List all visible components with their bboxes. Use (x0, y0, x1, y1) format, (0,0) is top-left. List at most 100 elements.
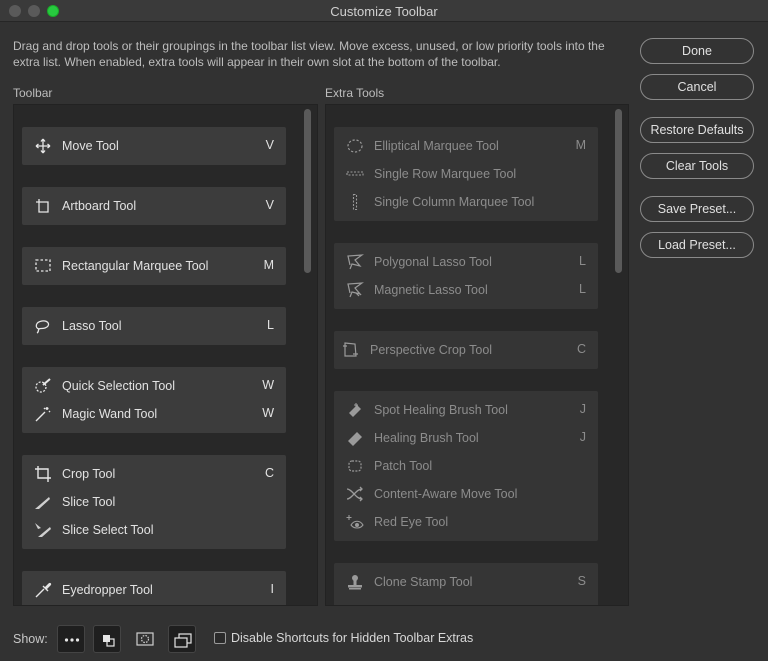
toolbar-list[interactable]: Move Tool V Artboard Tool V Rectangular … (13, 104, 318, 606)
restore-defaults-button[interactable]: Restore Defaults (640, 117, 754, 143)
tool-name: Artboard Tool (62, 199, 137, 213)
tool-item-content-aware-move[interactable]: Content-Aware Move Tool (334, 480, 598, 508)
move-icon (34, 138, 52, 154)
artboard-icon (34, 198, 52, 214)
extra-tools-list-label: Extra Tools (325, 86, 385, 100)
tool-item-elliptical-marquee[interactable]: Elliptical Marquee Tool M (334, 132, 598, 160)
quick-mask-toggle[interactable] (131, 625, 159, 653)
tool-item-artboard[interactable]: Artboard Tool V (22, 192, 286, 220)
bottom-bar: Show: Disable Shortcuts for Hidden Toolb… (0, 617, 768, 661)
toolbar-list-scrollbar[interactable] (304, 109, 311, 273)
patch-icon (346, 458, 364, 474)
save-preset-button[interactable]: Save Preset... (640, 196, 754, 222)
screen-mode-toggle[interactable] (168, 625, 196, 653)
tool-item-quick-selection[interactable]: Quick Selection Tool W (22, 372, 286, 400)
tool-group[interactable]: Move Tool V (22, 127, 286, 165)
tool-item-perspective-crop[interactable]: Perspective Crop Tool C (334, 336, 598, 364)
healing-brush-icon (346, 430, 364, 446)
tool-name: Eyedropper Tool (62, 583, 153, 597)
tool-name: Healing Brush Tool (374, 431, 479, 445)
single-row-icon (346, 166, 364, 182)
tool-shortcut: W (262, 406, 274, 420)
tool-group[interactable]: Elliptical Marquee Tool M Single Row Mar… (334, 127, 598, 221)
tool-name: Polygonal Lasso Tool (374, 255, 492, 269)
content-aware-move-icon (346, 486, 364, 502)
clone-stamp-icon (346, 574, 364, 590)
quick-mask-icon (131, 625, 159, 653)
extra-tools-scrollbar[interactable] (615, 109, 622, 273)
magnetic-lasso-icon (346, 282, 364, 298)
tool-item-magic-wand[interactable]: Magic Wand Tool W (22, 400, 286, 428)
tool-item-spot-healing-brush[interactable]: Spot Healing Brush Tool J (334, 396, 598, 424)
polygonal-lasso-icon (346, 254, 364, 270)
more-tools-toggle[interactable] (57, 625, 85, 653)
show-label: Show: (13, 632, 48, 646)
tool-item-polygonal-lasso[interactable]: Polygonal Lasso Tool L (334, 248, 598, 276)
ellipse-marquee-icon (346, 138, 364, 154)
tool-name: Perspective Crop Tool (370, 343, 493, 357)
tool-name: Move Tool (62, 139, 119, 153)
tool-group[interactable]: Quick Selection Tool W Magic Wand Tool W (22, 367, 286, 433)
tool-group[interactable]: Crop Tool C Slice Tool Slice Select Tool (22, 455, 286, 549)
tool-item-slice-select[interactable]: Slice Select Tool (22, 516, 286, 544)
tool-item-eyedropper[interactable]: Eyedropper Tool I (22, 576, 286, 604)
tool-group[interactable]: Clone Stamp Tool S (334, 563, 598, 605)
window-title: Customize Toolbar (330, 4, 438, 19)
tool-item-patch[interactable]: Patch Tool (334, 452, 598, 480)
tool-item-lasso[interactable]: Lasso Tool L (22, 312, 286, 340)
tool-item-slice[interactable]: Slice Tool (22, 488, 286, 516)
extra-tools-list[interactable]: Elliptical Marquee Tool M Single Row Mar… (325, 104, 629, 606)
tool-group[interactable]: Spot Healing Brush Tool J Healing Brush … (334, 391, 598, 541)
tool-name: Slice Select Tool (62, 523, 154, 537)
tool-name: Elliptical Marquee Tool (374, 139, 499, 153)
tool-group[interactable]: Lasso Tool L (22, 307, 286, 345)
cancel-button[interactable]: Cancel (640, 74, 754, 100)
tool-name: Rectangular Marquee Tool (62, 259, 209, 273)
disable-shortcuts-checkbox[interactable] (214, 632, 226, 644)
load-preset-button[interactable]: Load Preset... (640, 232, 754, 258)
tool-group[interactable]: Polygonal Lasso Tool L Magnetic Lasso To… (334, 243, 598, 309)
clear-tools-button[interactable]: Clear Tools (640, 153, 754, 179)
tool-group[interactable]: Artboard Tool V (22, 187, 286, 225)
tool-name: Clone Stamp Tool (374, 575, 473, 589)
single-column-icon (346, 194, 364, 210)
tool-item-crop[interactable]: Crop Tool C (22, 460, 286, 488)
tool-name: Crop Tool (62, 467, 116, 481)
tool-group[interactable]: Rectangular Marquee Tool M (22, 247, 286, 285)
disable-shortcuts-label[interactable]: Disable Shortcuts for Hidden Toolbar Ext… (231, 631, 473, 645)
tool-name: Content-Aware Move Tool (374, 487, 518, 501)
tool-shortcut: M (263, 258, 274, 272)
red-eye-icon (346, 514, 364, 530)
screen-mode-icon (169, 626, 195, 654)
eyedropper-icon (34, 582, 52, 598)
tool-shortcut: W (262, 378, 274, 392)
slice-icon (34, 494, 52, 510)
tool-group[interactable]: Perspective Crop Tool C (334, 331, 598, 369)
tool-shortcut: J (579, 402, 586, 416)
tool-shortcut: L (579, 254, 586, 268)
perspective-crop-icon (342, 342, 360, 358)
tool-item-single-row-marquee[interactable]: Single Row Marquee Tool (334, 160, 598, 188)
swatches-toggle[interactable] (93, 625, 121, 653)
tool-name: Single Row Marquee Tool (374, 167, 517, 181)
tool-item-move[interactable]: Move Tool V (22, 132, 286, 160)
tool-item-magnetic-lasso[interactable]: Magnetic Lasso Tool L (334, 276, 598, 304)
tool-name: Magnetic Lasso Tool (374, 283, 488, 297)
tool-shortcut: C (264, 466, 274, 480)
tool-name: Lasso Tool (62, 319, 122, 333)
rect-marquee-icon (34, 258, 52, 274)
tool-group[interactable]: Eyedropper Tool I (22, 571, 286, 605)
tool-shortcut: C (576, 342, 586, 356)
tool-name: Single Column Marquee Tool (374, 195, 535, 209)
tool-item-rectangular-marquee[interactable]: Rectangular Marquee Tool M (22, 252, 286, 280)
tool-shortcut: I (270, 582, 274, 596)
more-icon (58, 626, 84, 654)
tool-item-clone-stamp[interactable]: Clone Stamp Tool S (334, 568, 598, 596)
done-button[interactable]: Done (640, 38, 754, 64)
tool-item-red-eye[interactable]: Red Eye Tool (334, 508, 598, 536)
tool-name: Patch Tool (374, 459, 433, 473)
tool-item-single-column-marquee[interactable]: Single Column Marquee Tool (334, 188, 598, 216)
tool-item-healing-brush[interactable]: Healing Brush Tool J (334, 424, 598, 452)
tool-name: Slice Tool (62, 495, 116, 509)
tool-shortcut: J (579, 430, 586, 444)
